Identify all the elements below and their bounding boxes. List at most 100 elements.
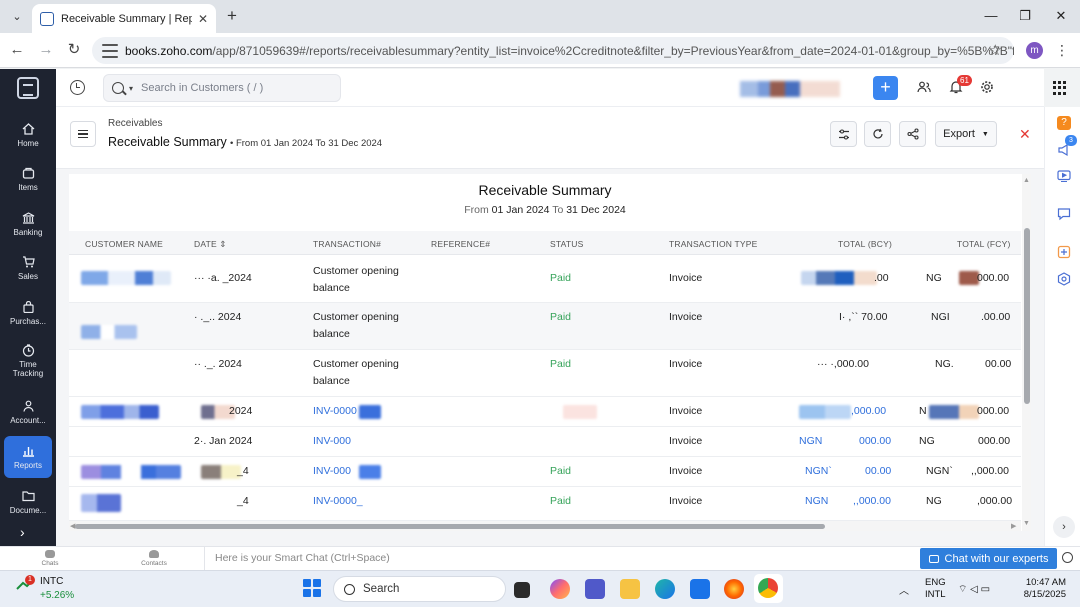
whats-new-icon[interactable] (1057, 245, 1071, 259)
help-question-icon[interactable]: ? (1057, 116, 1071, 130)
site-settings-icon[interactable] (102, 43, 118, 58)
contacts-tab[interactable]: Contacts (134, 550, 174, 567)
sidebar-item-sales[interactable]: Sales (4, 247, 52, 289)
sidebar-item-purchases[interactable]: Purchas... (4, 292, 52, 334)
cell-transaction: Customer opening balance (313, 265, 399, 294)
scroll-up-arrow-icon[interactable]: ▲ (1023, 177, 1030, 184)
video-tutorial-icon[interactable] (1057, 169, 1071, 183)
share-report-button[interactable] (899, 121, 926, 147)
address-bar[interactable]: books.zoho.com/app/871059639#/reports/re… (92, 37, 1014, 64)
forward-arrow-icon[interactable]: → (37, 41, 55, 59)
chrome-icon[interactable] (758, 578, 778, 598)
zoho-books-logo-icon[interactable] (17, 77, 39, 99)
taskbar-clock[interactable]: 10:47 AM 8/15/2025 (1015, 577, 1066, 601)
rail-next-chevron-icon[interactable]: › (1053, 516, 1075, 538)
chat-with-experts-button[interactable]: Chat with our experts (920, 548, 1057, 569)
sidebar-item-documents[interactable]: Docume... (4, 481, 52, 523)
smart-chat-input[interactable]: Here is your Smart Chat (Ctrl+Space) (204, 547, 916, 571)
minimize-icon[interactable]: — (981, 7, 1001, 25)
search-icon[interactable] (1062, 552, 1073, 563)
refresh-report-button[interactable] (864, 121, 891, 147)
reports-menu-hamburger-icon[interactable] (70, 121, 96, 147)
table-row[interactable]: ··· ·a. _2024 Customer opening balance P… (69, 255, 1021, 303)
edge-icon[interactable] (655, 579, 675, 599)
scroll-down-arrow-icon[interactable]: ▼ (1023, 520, 1030, 527)
table-row[interactable]: · ._.. 2024 Customer opening balance Pai… (69, 303, 1021, 350)
bank-icon (21, 212, 35, 225)
stock-change: +5.26% (40, 590, 75, 601)
organization-name-redacted[interactable] (740, 81, 840, 97)
vertical-scroll-thumb[interactable] (1024, 228, 1030, 404)
column-header-transaction[interactable]: TRANSACTION# (313, 239, 381, 249)
scroll-right-arrow-icon[interactable]: ▶ (1011, 522, 1016, 530)
table-row[interactable]: _4 INV-0000_ Paid Invoice NGN ,,000.00 N… (69, 487, 1021, 521)
sidebar-item-accountant[interactable]: Account... (4, 391, 52, 433)
sidebar-item-banking[interactable]: Banking (4, 203, 52, 245)
feedback-chat-icon[interactable] (1057, 207, 1071, 221)
column-header-customer-name[interactable]: CUSTOMER NAME (85, 239, 163, 249)
cell-total-bcy: .00 (874, 272, 889, 284)
users-icon[interactable] (917, 80, 931, 94)
column-header-date[interactable]: DATE ⇕ (194, 239, 227, 250)
browser-menu-kebab-icon[interactable]: ⋮ (1055, 42, 1069, 59)
teams-icon[interactable] (585, 579, 605, 599)
horizontal-scrollbar[interactable]: ◀ ▶ (69, 521, 1021, 531)
search-scope-chevron-icon[interactable]: ▾ (129, 84, 133, 93)
table-row[interactable]: _4 INV-000 Paid Invoice NGN` 00.00 NGN` … (69, 457, 1021, 487)
table-row[interactable]: 2024 INV-0000 Invoice ,000.00 N 000.00 (69, 397, 1021, 427)
firefox-icon[interactable] (724, 579, 744, 599)
column-header-transaction-type[interactable]: TRANSACTION TYPE (669, 239, 758, 249)
share-icon (906, 128, 919, 140)
integrations-hex-icon[interactable] (1057, 272, 1071, 286)
sidebar-item-reports[interactable]: Reports (4, 436, 52, 478)
table-row[interactable]: 2·. Jan 2024 INV-000 Invoice NGN 000.00 … (69, 427, 1021, 457)
back-arrow-icon[interactable]: ← (8, 41, 26, 59)
file-explorer-icon[interactable] (620, 579, 640, 599)
customize-report-button[interactable] (830, 121, 857, 147)
stock-ticker[interactable]: INTC (40, 576, 63, 587)
cell-transaction-link[interactable]: INV-0000 (313, 405, 357, 417)
column-header-total-fcy[interactable]: TOTAL (FCY) (957, 239, 1011, 249)
breadcrumb[interactable]: Receivables (108, 118, 162, 129)
windows-start-icon[interactable] (303, 579, 321, 597)
sidebar-item-home[interactable]: Home (4, 114, 52, 156)
reload-icon[interactable]: ↻ (65, 41, 83, 59)
tab-close-icon[interactable]: ✕ (198, 12, 208, 26)
tab-list-chevron-icon[interactable]: ⌄ (6, 6, 28, 26)
browser-tab-active[interactable]: Receivable Summary | Reports | ✕ (32, 4, 216, 33)
language-indicator[interactable]: ENG INTL (925, 577, 946, 601)
task-view-icon[interactable] (514, 582, 530, 598)
column-header-total-bcy[interactable]: TOTAL (BCY) (838, 239, 892, 249)
store-icon[interactable] (690, 579, 710, 599)
horizontal-scroll-thumb[interactable] (75, 524, 825, 529)
quick-create-plus-button[interactable]: + (873, 76, 898, 100)
column-header-reference[interactable]: REFERENCE# (431, 239, 490, 249)
sidebar-item-time-tracking[interactable]: Time Tracking (4, 337, 52, 385)
sidebar-item-items[interactable]: Items (4, 158, 52, 200)
app-launcher-grid-icon[interactable] (1053, 81, 1067, 95)
cell-transaction-link[interactable]: INV-000 (313, 465, 351, 477)
cell-transaction-link[interactable]: INV-000 (313, 435, 351, 447)
settings-gear-icon[interactable] (980, 80, 994, 94)
copilot-icon[interactable] (550, 579, 570, 599)
wifi-volume-battery-icon[interactable]: ⌔ ◁ ▭ (958, 583, 990, 596)
cell-date: ··· ·a. _2024 (194, 272, 252, 284)
sidebar-expand-chevron-icon[interactable]: › (20, 524, 25, 540)
chats-tab[interactable]: Chats (30, 550, 70, 567)
windows-taskbar: 1 INTC +5.26% Search ︿ ENG INTL ⌔ ◁ ▭ 10:… (0, 570, 1080, 607)
bookmark-star-icon[interactable]: ☆ (989, 41, 1002, 59)
new-tab-plus-icon[interactable]: + (222, 6, 242, 26)
cell-status: Paid (550, 358, 572, 370)
column-header-status[interactable]: STATUS (550, 239, 583, 249)
export-dropdown-button[interactable]: Export ▼ (935, 121, 997, 147)
cell-transaction-link[interactable]: INV-0000_ (313, 495, 363, 507)
search-input[interactable]: ▾ Search in Customers ( / ) (103, 74, 341, 102)
recent-history-icon[interactable] (70, 80, 85, 95)
restore-icon[interactable]: ❐ (1015, 7, 1035, 25)
table-row[interactable]: ·· ._. 2024 Customer opening balance Pai… (69, 350, 1021, 397)
profile-avatar[interactable]: m (1026, 42, 1043, 59)
taskbar-search[interactable]: Search (333, 576, 506, 602)
system-tray-chevron-icon[interactable]: ︿ (899, 582, 909, 597)
close-report-icon[interactable]: ✕ (1019, 126, 1031, 143)
window-close-icon[interactable]: ✕ (1051, 7, 1071, 25)
